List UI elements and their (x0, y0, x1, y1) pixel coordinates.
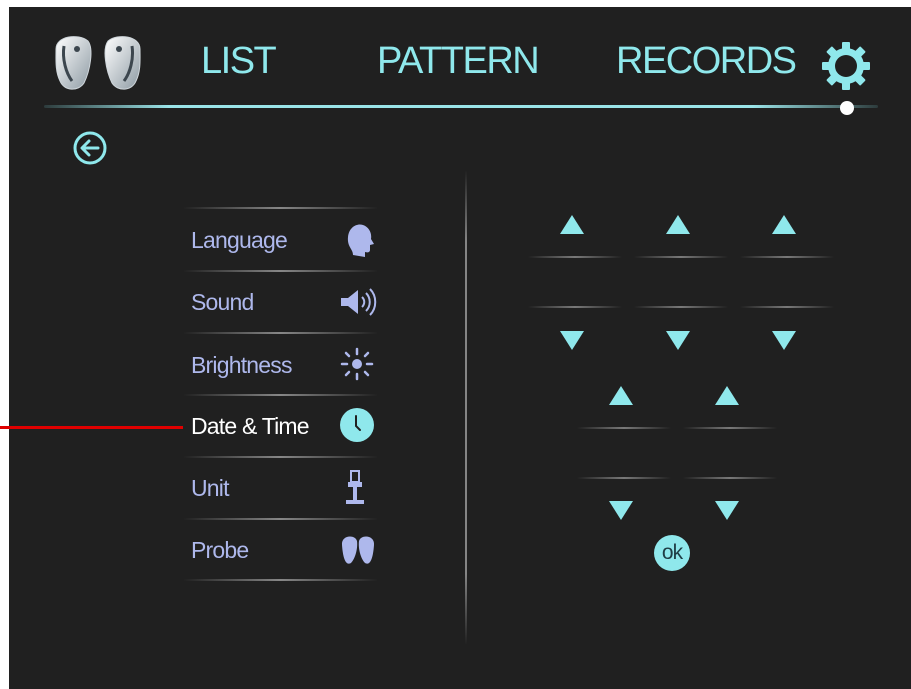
menu-item-label: Probe (191, 537, 249, 563)
date-field-1-up-arrow[interactable] (560, 215, 584, 234)
time-field-1-down-arrow[interactable] (609, 501, 633, 520)
menu-item-label: Date & Time (191, 413, 310, 439)
panel-divider (465, 170, 467, 645)
back-arrow-icon[interactable] (73, 131, 107, 165)
menu-item-date-time[interactable]: Date & Time (183, 394, 378, 456)
time-field-2-value[interactable] (683, 432, 777, 472)
menu-item-label: Brightness (191, 352, 292, 378)
time-field-2-up-arrow[interactable] (715, 386, 739, 405)
date-field-3-value[interactable] (740, 262, 834, 302)
menu-item-probe[interactable]: Probe (183, 518, 378, 580)
date-field-3-down-arrow[interactable] (772, 331, 796, 350)
head-icon (347, 224, 374, 257)
date-field-1-down-arrow[interactable] (560, 331, 584, 350)
time-field-2-bottom-line (683, 477, 777, 479)
tab-list[interactable]: LIST (201, 40, 277, 83)
time-field-2-top-line (683, 427, 777, 429)
tab-pattern[interactable]: PATTERN (377, 40, 540, 83)
date-field-1-value[interactable] (528, 262, 622, 302)
date-field-2-down-arrow[interactable] (666, 331, 690, 350)
time-field-1-top-line (577, 427, 671, 429)
menu-item-language[interactable]: Language (183, 208, 378, 270)
menu-divider (183, 579, 378, 581)
date-field-2-value[interactable] (634, 262, 728, 302)
menu-item-sound[interactable]: Sound (183, 270, 378, 332)
menu-item-brightness[interactable]: Brightness (183, 333, 378, 395)
date-field-1-bottom-line (528, 306, 622, 308)
menu-item-label: Language (191, 227, 288, 253)
menu-item-label: Sound (191, 289, 254, 315)
clock-icon (340, 408, 374, 442)
sun-icon (340, 347, 374, 381)
date-field-2-up-arrow[interactable] (666, 215, 690, 234)
probe-icon (341, 536, 375, 564)
time-field-2-down-arrow[interactable] (715, 501, 739, 520)
ok-button[interactable]: ok (654, 535, 690, 571)
time-field-1-up-arrow[interactable] (609, 386, 633, 405)
date-field-3-top-line (740, 256, 834, 258)
time-field-1-value[interactable] (577, 432, 671, 472)
date-field-2-bottom-line (634, 306, 728, 308)
active-tab-indicator (840, 101, 854, 115)
annotation-pointer-line (0, 426, 183, 429)
time-field-1-bottom-line (577, 477, 671, 479)
cart-icon (346, 470, 364, 504)
dual-probe-icon[interactable] (50, 31, 146, 93)
gear-icon[interactable] (820, 40, 872, 92)
date-field-3-bottom-line (740, 306, 834, 308)
header-divider (44, 105, 878, 108)
date-field-1-top-line (528, 256, 622, 258)
tab-records[interactable]: RECORDS (616, 40, 797, 83)
date-field-2-top-line (634, 256, 728, 258)
date-field-3-up-arrow[interactable] (772, 215, 796, 234)
menu-item-unit[interactable]: Unit (183, 456, 378, 518)
menu-item-label: Unit (191, 475, 229, 501)
speaker-icon (341, 288, 377, 316)
